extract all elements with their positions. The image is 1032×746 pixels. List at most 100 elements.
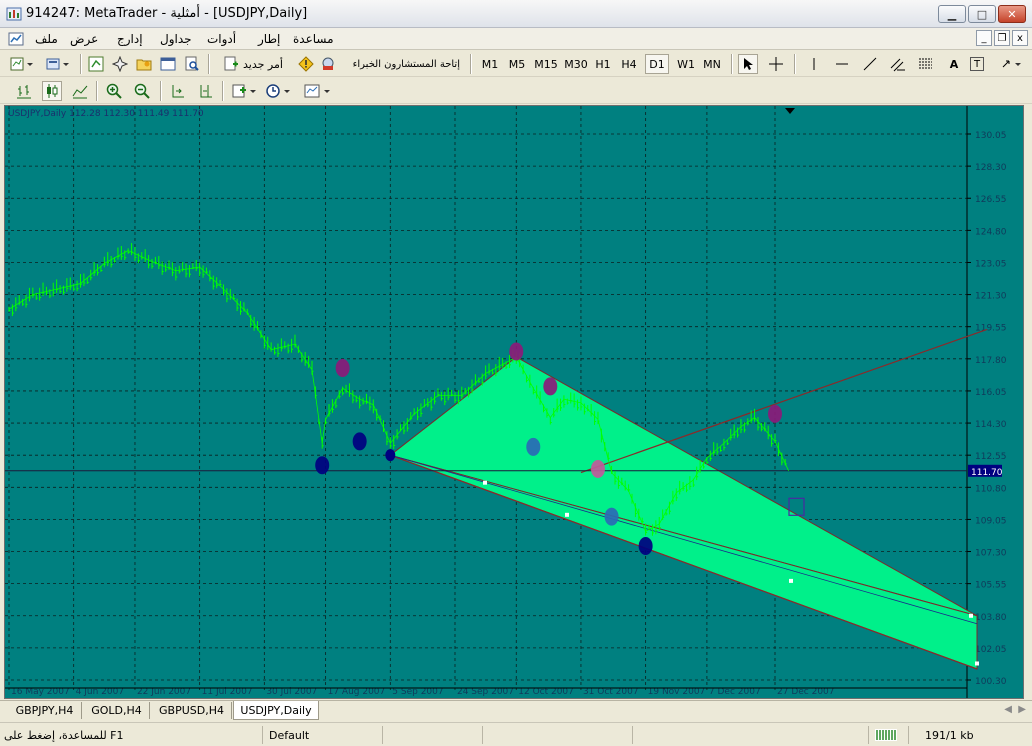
tab-usdjpy-daily[interactable]: USDJPY,Daily <box>233 701 319 720</box>
arrows-icon <box>1002 60 1021 68</box>
line-chart-icon <box>72 85 88 99</box>
auto-scroll-button[interactable] <box>168 81 188 101</box>
pattern-anchor-point <box>565 512 569 517</box>
timeframe-h4[interactable]: H4 <box>618 54 640 74</box>
maximize-window-button[interactable]: □ <box>968 5 996 23</box>
zoom-out-icon <box>134 83 150 99</box>
price-axis-label: 121.30 <box>975 292 1007 302</box>
profiles-icon <box>46 58 69 70</box>
chart-window[interactable]: 130.05 128.30 126.55 124.80 123.05 121.30 119.… <box>4 105 1024 699</box>
vertical-line-button[interactable] <box>804 54 824 74</box>
mdi-close-button[interactable]: x <box>1012 30 1028 46</box>
swing-point-marker <box>638 537 653 556</box>
menu-bar: ملف عرض إدارج جداول أدوات إطار مساعدة _ … <box>0 28 1032 50</box>
navigator-button[interactable] <box>110 54 130 74</box>
price-chart[interactable]: 130.05128.30126.55124.80123.05121.30119.… <box>5 106 1023 698</box>
tab-gbpjpy-h4[interactable]: GBPJPY,H4 <box>8 702 82 719</box>
new-order-button[interactable]: أمر جديد <box>214 54 292 74</box>
price-axis-label: 110.80 <box>975 484 1007 494</box>
arrows-dropdown-button[interactable] <box>998 54 1026 74</box>
minimize-window-button[interactable]: ▁ <box>938 5 966 23</box>
alert-button[interactable] <box>296 54 316 74</box>
templates-dropdown-button[interactable] <box>302 81 334 101</box>
price-axis-label: 105.55 <box>975 581 1007 591</box>
crosshair-tool-button[interactable] <box>766 54 786 74</box>
swing-point-marker <box>543 377 558 396</box>
menu-view[interactable]: عرض <box>70 32 98 46</box>
expert-advisors-button[interactable]: إتاحة المستشارون الخبراء <box>318 54 464 74</box>
profiles-button[interactable] <box>42 54 74 74</box>
new-order-icon <box>224 56 239 71</box>
fibonacci-icon <box>919 58 932 69</box>
candlestick-chart-button[interactable] <box>42 81 62 101</box>
expert-advisors-icon <box>322 57 334 70</box>
swing-point-marker <box>509 342 524 361</box>
status-cell-empty-3 <box>632 726 868 744</box>
chart-header-info: USDJPY,Daily 112.28 112.30 111.49 111.70 <box>8 109 204 119</box>
fibonacci-button[interactable] <box>916 54 936 74</box>
periodicity-dropdown-button[interactable] <box>264 81 294 101</box>
timeframe-m15[interactable]: M15 <box>532 54 560 74</box>
strategy-tester-button[interactable] <box>182 54 202 74</box>
navigator-icon <box>112 56 128 72</box>
timeframe-h1[interactable]: H1 <box>592 54 614 74</box>
price-axis-label: 124.80 <box>975 227 1007 237</box>
menu-tools[interactable]: أدوات <box>207 32 236 46</box>
timeframe-m1[interactable]: M1 <box>478 54 502 74</box>
menu-charts[interactable]: جداول <box>160 32 192 46</box>
menu-file[interactable]: ملف <box>35 32 58 46</box>
connection-status[interactable] <box>868 726 908 744</box>
timeframe-m30[interactable]: M30 <box>562 54 590 74</box>
standard-toolbar: أمر جديد إتاحة المستشارون الخبراء M1 M5 … <box>0 51 1032 77</box>
swing-point-marker <box>315 456 330 475</box>
status-bar: للمساعدة، إضغط على F1 Default 191/1 kb <box>0 722 1032 746</box>
swing-point-marker <box>526 437 541 456</box>
horizontal-line-button[interactable] <box>832 54 852 74</box>
text-label-button[interactable]: T <box>970 57 984 71</box>
price-axis-label: 116.05 <box>975 388 1007 398</box>
swing-point-marker <box>590 459 605 478</box>
title-bar: 914247: MetaTrader - أمثلية - [USDJPY,Da… <box>0 0 1032 28</box>
text-tool-button[interactable]: A <box>944 54 964 74</box>
data-window-button[interactable] <box>134 54 154 74</box>
chart-shift-icon <box>200 85 212 98</box>
timeframe-m5[interactable]: M5 <box>505 54 529 74</box>
menu-insert[interactable]: إدارج <box>117 32 143 46</box>
zoom-in-button[interactable] <box>104 81 124 101</box>
equidistant-channel-button[interactable] <box>888 54 908 74</box>
timeframe-mn[interactable]: MN <box>700 54 724 74</box>
trendline-button[interactable] <box>860 54 880 74</box>
price-axis-label: 107.30 <box>975 549 1007 559</box>
mdi-restore-button[interactable]: ❐ <box>994 30 1010 46</box>
chart-shift-button[interactable] <box>196 81 216 101</box>
status-traffic: 191/1 kb <box>908 726 1032 744</box>
timeframe-w1[interactable]: W1 <box>674 54 698 74</box>
pattern-anchor-point <box>483 480 487 485</box>
menu-help[interactable]: مساعدة <box>293 32 334 46</box>
close-window-button[interactable]: ✕ <box>998 5 1026 23</box>
tab-gbpusd-h4[interactable]: GBPUSD,H4 <box>152 702 232 719</box>
price-axis-label: 130.05 <box>975 131 1007 141</box>
indicators-dropdown-button[interactable] <box>230 81 260 101</box>
bar-chart-button[interactable] <box>14 81 34 101</box>
crosshair-icon <box>769 57 783 71</box>
terminal-button[interactable] <box>158 54 178 74</box>
price-axis-label: 126.55 <box>975 195 1007 205</box>
tab-scroll-arrows[interactable]: ◀ ▶ <box>1004 704 1026 715</box>
swing-point-marker <box>768 404 782 423</box>
zoom-out-button[interactable] <box>132 81 152 101</box>
mdi-minimize-button[interactable]: _ <box>976 30 992 46</box>
market-watch-icon <box>88 56 104 72</box>
new-chart-icon <box>10 57 33 71</box>
menu-window[interactable]: إطار <box>258 32 280 46</box>
price-axis-label: 100.30 <box>975 677 1007 687</box>
chart-tabs-bar: GBPJPY,H4 GOLD,H4 GBPUSD,H4 USDJPY,Daily… <box>0 700 1032 720</box>
chart-window-icon[interactable] <box>8 31 24 47</box>
tab-gold-h4[interactable]: GOLD,H4 <box>84 702 150 719</box>
market-watch-button[interactable] <box>86 54 106 74</box>
cursor-tool-button[interactable] <box>738 54 758 74</box>
clock-icon <box>266 84 290 98</box>
timeframe-d1[interactable]: D1 <box>645 54 669 74</box>
line-chart-button[interactable] <box>70 81 90 101</box>
new-chart-button[interactable] <box>6 54 38 74</box>
